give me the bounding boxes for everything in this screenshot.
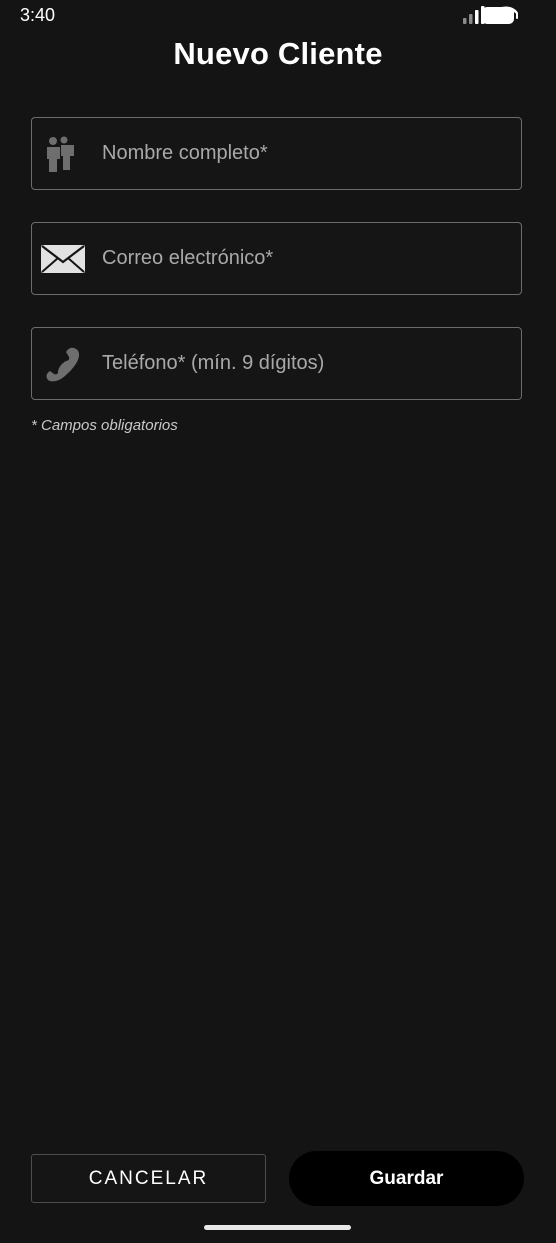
- page-title: Nuevo Cliente: [173, 36, 383, 71]
- status-time: 3:40: [20, 5, 56, 25]
- name-input[interactable]: [102, 118, 512, 189]
- email-field[interactable]: [31, 222, 522, 295]
- phone-field[interactable]: [31, 327, 522, 400]
- save-button[interactable]: Guardar: [289, 1151, 524, 1206]
- name-field[interactable]: [31, 117, 522, 190]
- battery-icon: [482, 7, 514, 24]
- cancel-button[interactable]: CANCELAR: [31, 1154, 266, 1203]
- battery-cap: [516, 12, 518, 19]
- email-input[interactable]: [102, 223, 512, 294]
- user-icon: [47, 136, 74, 172]
- home-indicator: [204, 1225, 351, 1230]
- phone-icon: [46, 347, 79, 382]
- status-bar: 3:40: [0, 0, 556, 34]
- required-fields-note: * Campos obligatorios: [31, 417, 178, 434]
- phone-input[interactable]: [102, 328, 512, 399]
- envelope-icon: [41, 245, 85, 273]
